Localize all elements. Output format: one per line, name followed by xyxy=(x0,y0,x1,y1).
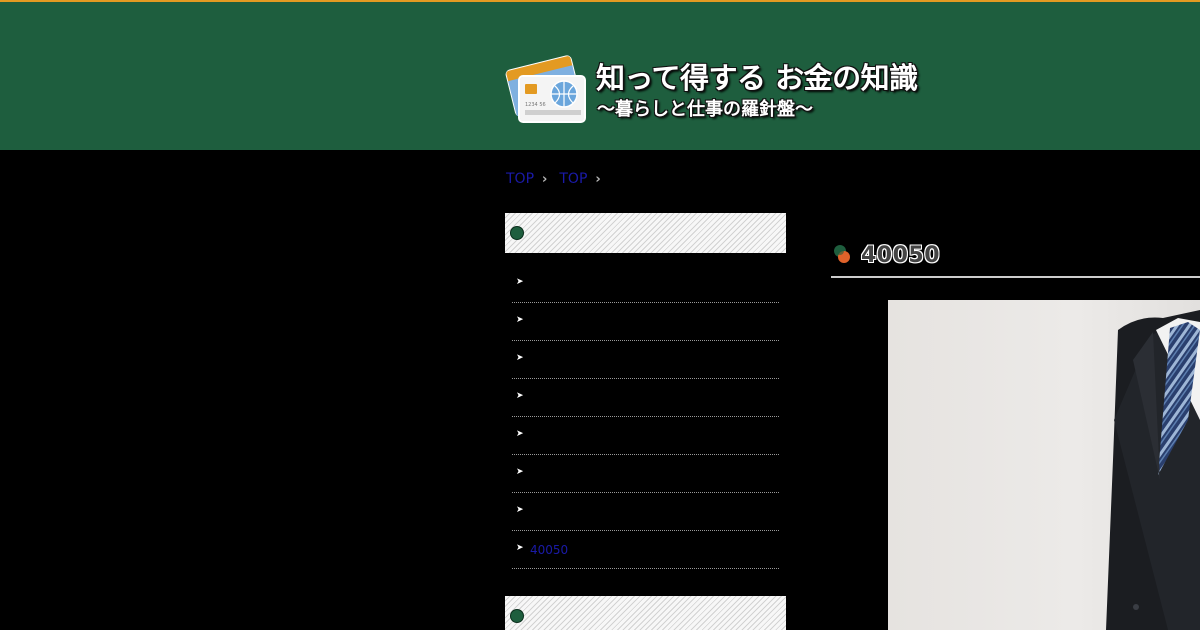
sidebar-menu-item[interactable]: ➤ xyxy=(512,341,779,379)
svg-text:1234 56: 1234 56 xyxy=(525,102,546,108)
sidebar-menu-link-current[interactable]: 40050 xyxy=(530,543,568,557)
sidebar-widget-header-2 xyxy=(505,596,786,630)
arrow-right-icon: ➤ xyxy=(516,315,524,325)
bullet-dot-icon xyxy=(511,610,523,622)
chevron-right-icon: › xyxy=(595,172,601,187)
arrow-right-icon: ➤ xyxy=(516,277,524,287)
page: 1234 56 知って得する お金の知識 ～暮らしと仕事の羅針盤～ TOP › TO… xyxy=(0,0,1200,630)
arrow-right-icon: ➤ xyxy=(516,543,524,553)
sidebar-menu-item[interactable]: ➤ xyxy=(512,493,779,531)
arrow-right-icon: ➤ xyxy=(516,429,524,439)
breadcrumb-link-top-2[interactable]: TOP xyxy=(559,171,587,187)
arrow-right-icon: ➤ xyxy=(516,353,524,363)
page-title: 40050 xyxy=(861,243,941,268)
sidebar-menu-item-current[interactable]: ➤ 40050 xyxy=(512,531,779,569)
sidebar-menu-item[interactable]: ➤ xyxy=(512,379,779,417)
sidebar-menu-item[interactable]: ➤ xyxy=(512,417,779,455)
sidebar-menu-item[interactable]: ➤ xyxy=(512,455,779,493)
sidebar-menu-item[interactable]: ➤ xyxy=(512,265,779,303)
site-logo-link[interactable]: 1234 56 知って得する お金の知識 ～暮らしと仕事の羅針盤～ xyxy=(505,48,965,128)
credit-card-icon: 1234 56 xyxy=(505,55,586,123)
sidebar-menu: ➤ ➤ ➤ ➤ ➤ ➤ ➤ ➤ 40050 xyxy=(512,265,779,569)
sidebar-menu-item[interactable]: ➤ xyxy=(512,303,779,341)
breadcrumb: TOP › TOP › xyxy=(506,171,613,187)
chevron-right-icon: › xyxy=(542,172,548,187)
page-title-bar: 40050 xyxy=(831,238,1200,278)
arrow-right-icon: ➤ xyxy=(516,505,524,515)
site-header: 1234 56 知って得する お金の知識 ～暮らしと仕事の羅針盤～ xyxy=(0,0,1200,150)
site-subtitle: ～暮らしと仕事の羅針盤～ xyxy=(597,99,813,120)
breadcrumb-link-top[interactable]: TOP xyxy=(506,171,534,187)
sidebar-widget-header xyxy=(505,213,786,253)
site-title: 知って得する お金の知識 xyxy=(596,61,918,95)
arrow-right-icon: ➤ xyxy=(516,467,524,477)
businessman-photo xyxy=(888,300,1200,630)
arrow-right-icon: ➤ xyxy=(516,391,524,401)
title-bullet-icon xyxy=(834,245,850,263)
bullet-dot-icon xyxy=(511,227,523,239)
